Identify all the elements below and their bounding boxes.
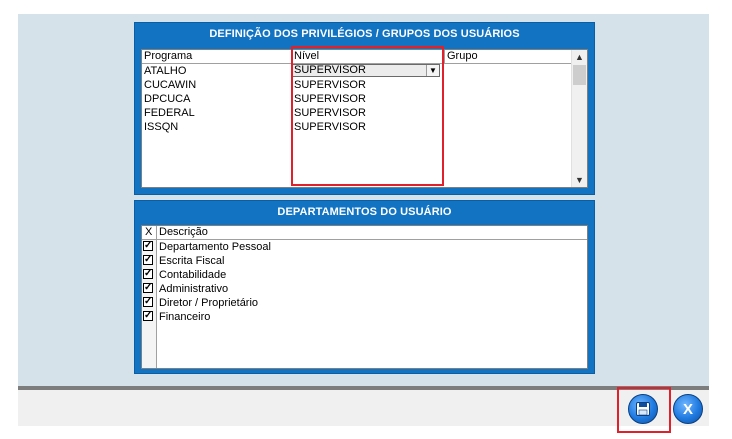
column-header-grupo[interactable]: Grupo [445, 50, 571, 63]
list-item[interactable]: ✓ Diretor / Proprietário [142, 296, 585, 310]
department-checkbox[interactable]: ✓ [143, 297, 153, 307]
cell-programa: ISSQN [144, 121, 179, 133]
scroll-down-icon[interactable]: ▼ [572, 173, 587, 187]
department-label: Departamento Pessoal [159, 241, 271, 253]
department-checkbox[interactable]: ✓ [143, 311, 153, 321]
department-label: Financeiro [159, 311, 211, 323]
cell-programa: CUCAWIN [144, 79, 197, 91]
department-checkbox[interactable]: ✓ [143, 269, 153, 279]
department-label: Administrativo [159, 283, 229, 295]
cell-programa: DPCUCA [144, 93, 191, 105]
departments-grid-header: X Descrição [142, 226, 587, 240]
scroll-thumb[interactable] [573, 65, 586, 85]
column-header-programa[interactable]: Programa [142, 50, 292, 63]
department-checkbox[interactable]: ✓ [143, 241, 153, 251]
save-button-highlight [617, 387, 671, 433]
department-checkbox[interactable]: ✓ [143, 255, 153, 265]
departments-panel: DEPARTAMENTOS DO USUÁRIO X Descrição ✓ D… [134, 200, 595, 374]
list-item[interactable]: ✓ Departamento Pessoal [142, 240, 585, 254]
department-label: Diretor / Proprietário [159, 297, 259, 309]
department-label: Contabilidade [159, 269, 227, 281]
departments-grid[interactable]: X Descrição ✓ Departamento Pessoal ✓ Esc… [141, 225, 588, 369]
close-button[interactable]: X [673, 394, 703, 424]
close-icon: X [682, 400, 693, 418]
list-item[interactable]: ✓ Financeiro [142, 310, 585, 324]
column-header-descricao[interactable]: Descrição [157, 226, 585, 239]
list-item[interactable]: ✓ Contabilidade [142, 268, 585, 282]
work-area: DEFINIÇÃO DOS PRIVILÉGIOS / GRUPOS DOS U… [18, 14, 709, 386]
department-label: Escrita Fiscal [159, 255, 225, 267]
department-checkbox[interactable]: ✓ [143, 283, 153, 293]
cell-programa: FEDERAL [144, 107, 195, 119]
vertical-scrollbar[interactable]: ▲ ▼ [571, 50, 587, 187]
column-header-x[interactable]: X [142, 226, 157, 239]
departments-panel-title: DEPARTAMENTOS DO USUÁRIO [277, 206, 452, 218]
list-item[interactable]: ✓ Escrita Fiscal [142, 254, 585, 268]
privileges-panel-title: DEFINIÇÃO DOS PRIVILÉGIOS / GRUPOS DOS U… [209, 28, 520, 40]
nivel-column-highlight [291, 46, 444, 186]
scroll-up-icon[interactable]: ▲ [572, 50, 587, 64]
list-item[interactable]: ✓ Administrativo [142, 282, 585, 296]
cell-programa: ATALHO [144, 65, 187, 77]
footer-toolbar: X [18, 390, 709, 426]
